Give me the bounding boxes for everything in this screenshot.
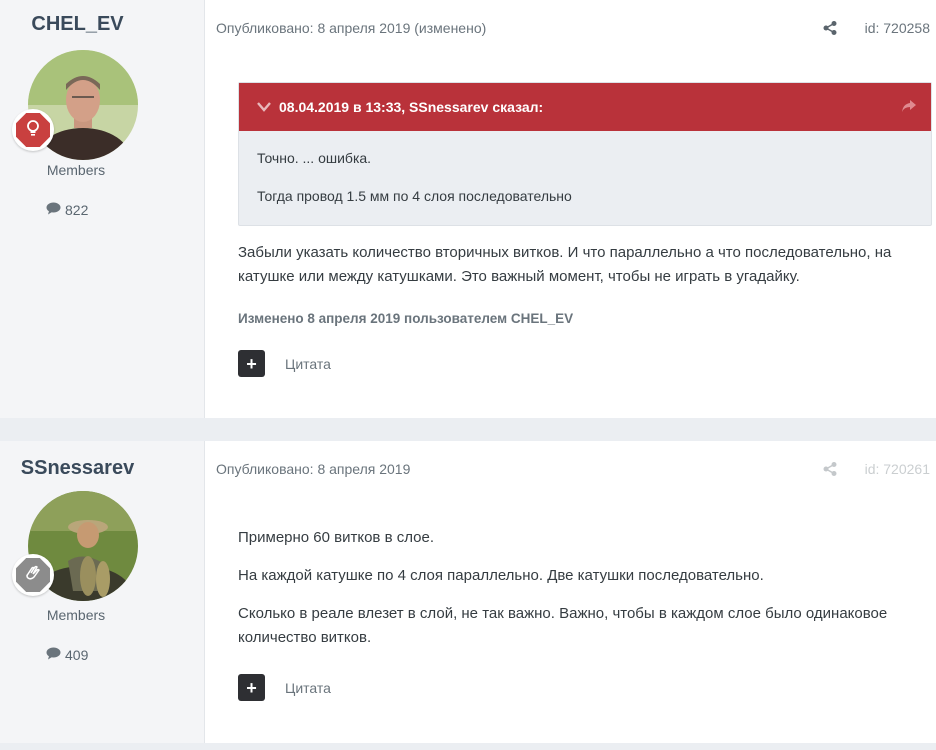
- quote-citation: 08.04.2019 в 13:33, SSnessarev сказал:: [279, 99, 544, 115]
- post-id[interactable]: id: 720258: [865, 20, 930, 36]
- quote-button[interactable]: Цитата: [285, 356, 331, 372]
- post-paragraph: Забыли указать количество вторичных витк…: [238, 244, 892, 285]
- post-count: 409: [46, 647, 88, 663]
- member-group: Members: [46, 162, 106, 178]
- quote-body: Точно. ... ошибка. Тогда провод 1.5 мм п…: [239, 131, 931, 205]
- post: SSnessarev Members 409 Опубликовано: 8 а…: [0, 441, 936, 743]
- quote-line: Точно. ... ошибка.: [257, 150, 372, 166]
- edited-note: Изменено 8 апреля 2019 пользователем CHE…: [238, 311, 574, 326]
- post-paragraph: На каждой катушке по 4 слоя параллельно.…: [238, 567, 764, 584]
- post-body: Примерно 60 витков в слое. На каждой кат…: [238, 526, 936, 664]
- chevron-down-icon[interactable]: [257, 99, 271, 115]
- multiquote-button[interactable]: +: [238, 350, 265, 377]
- share-icon[interactable]: [822, 20, 838, 36]
- author-name[interactable]: SSnessarev: [0, 457, 155, 480]
- quote-line: Тогда провод 1.5 мм по 4 слоя последоват…: [257, 188, 572, 204]
- post-date[interactable]: Опубликовано: 8 апреля 2019 (изменено): [216, 20, 486, 36]
- post-count-value: 409: [65, 647, 89, 663]
- post-count: 822: [46, 202, 88, 218]
- post-actions: + Цитата: [238, 350, 331, 377]
- post-paragraph: Примерно 60 витков в слое.: [238, 529, 434, 546]
- multiquote-button[interactable]: +: [238, 674, 265, 701]
- post-count-value: 822: [65, 202, 89, 218]
- author-panel: SSnessarev Members 409: [0, 441, 205, 743]
- quote-button[interactable]: Цитата: [285, 680, 331, 696]
- hand-wave-icon: [24, 564, 42, 587]
- share-icon[interactable]: [822, 461, 838, 477]
- post: CHEL_EV Members 822 Опубликовано: 8 апре…: [0, 0, 936, 418]
- post-content: Опубликовано: 8 апреля 2019 (изменено) i…: [205, 0, 936, 418]
- member-group: Members: [46, 607, 106, 623]
- post-date[interactable]: Опубликовано: 8 апреля 2019: [216, 461, 410, 477]
- rank-badge: [12, 554, 54, 596]
- author-name[interactable]: CHEL_EV: [0, 13, 155, 36]
- quote-header[interactable]: 08.04.2019 в 13:33, SSnessarev сказал:: [239, 83, 931, 131]
- post-body: Забыли указать количество вторичных витк…: [238, 241, 936, 289]
- quote-block: 08.04.2019 в 13:33, SSnessarev сказал: Т…: [238, 82, 932, 226]
- post-content: Опубликовано: 8 апреля 2019 id: 720261 П…: [205, 441, 936, 743]
- lightbulb-icon: [25, 119, 41, 142]
- reply-arrow-icon[interactable]: [901, 99, 917, 116]
- post-paragraph: Сколько в реале влезет в слой, не так ва…: [238, 605, 888, 646]
- comment-icon: [46, 647, 61, 663]
- comment-icon: [46, 202, 61, 218]
- rank-badge: [12, 109, 54, 151]
- post-id[interactable]: id: 720261: [865, 461, 930, 477]
- author-panel: CHEL_EV Members 822: [0, 0, 205, 418]
- post-actions: + Цитата: [238, 674, 331, 701]
